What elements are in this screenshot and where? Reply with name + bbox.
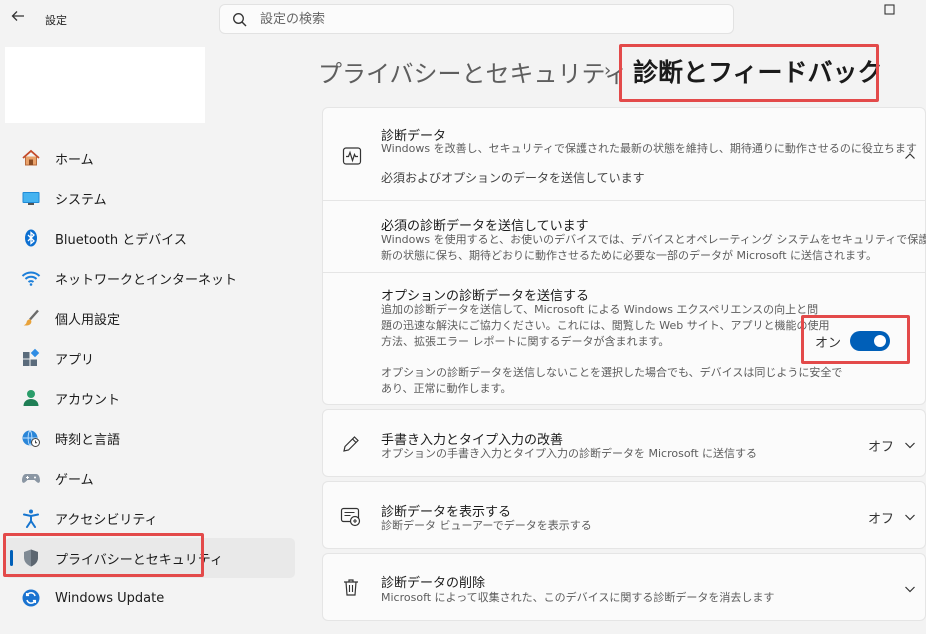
trash-icon (341, 577, 361, 597)
view-data-state: オフ (868, 512, 895, 527)
diagnostic-data-description: Windows を改善し、セキュリティで保護された最新の状態を維持し、期待通りに… (381, 142, 917, 155)
sidebar-item-label: 個人用設定 (55, 312, 121, 328)
sidebar-item-privacy-security[interactable]: プライバシーとセキュリティ (5, 538, 295, 578)
sidebar-item-home[interactable]: ホーム (5, 138, 295, 178)
sidebar-nav: ホーム システム Bluetooth とデバイス ネットワークとインターネット … (5, 138, 295, 618)
maximize-icon[interactable] (874, 0, 904, 22)
sidebar-item-label: プライバシーとセキュリティ (55, 552, 223, 568)
diagnostic-data-header[interactable]: 診断データ Windows を改善し、セキュリティで保護された最新の状態を維持し… (323, 108, 925, 200)
optional-data-description-1: 追加の診断データを送信して、Microsoft による Windows エクスペ… (381, 303, 819, 316)
shield-icon (21, 548, 41, 568)
chevron-down-icon[interactable] (903, 437, 917, 451)
sidebar-item-system[interactable]: システム (5, 178, 295, 218)
app-title: 設定 (45, 14, 67, 27)
accessibility-person-icon (21, 508, 41, 528)
delete-data-description: Microsoft によって収集された、このデバイスに関する診断データを消去しま… (381, 591, 775, 604)
required-data-row: 必須の診断データを送信しています Windows を使用すると、お使いのデバイス… (323, 200, 926, 272)
bluetooth-icon (21, 228, 41, 248)
optional-data-note-1: オプションの診断データを送信しないことを選択した場合でも、デバイスは同じように安… (381, 366, 843, 379)
sidebar-item-label: アプリ (55, 352, 95, 368)
sidebar-item-windows-update[interactable]: Windows Update (5, 578, 295, 618)
inking-typing-card[interactable]: 手書き入力とタイプ入力の改善 オプションの手書き入力とタイプ入力の診断データを … (322, 409, 926, 477)
highlight-box-toggle (801, 315, 910, 364)
search-icon (232, 12, 248, 28)
search-box[interactable] (219, 4, 734, 34)
account-person-icon (21, 388, 41, 408)
pen-icon (341, 434, 361, 454)
delete-diagnostic-data-card[interactable]: 診断データの削除 Microsoft によって収集された、このデバイスに関する診… (322, 553, 926, 621)
breadcrumb-parent-link[interactable]: プライバシーとセキュリティ (318, 54, 628, 89)
highlight-box-page-title (619, 44, 879, 102)
optional-data-description-3: 方法、拡張エラー レポートに関するデータが含まれます。 (381, 335, 670, 348)
paintbrush-icon (21, 308, 41, 328)
minimize-icon[interactable] (822, 0, 852, 22)
activity-pulse-icon (342, 146, 362, 166)
sidebar-item-label: ゲーム (55, 472, 94, 488)
update-sync-icon (21, 588, 41, 608)
chevron-down-icon[interactable] (903, 509, 917, 523)
optional-data-description-2: 題の迅速な解決にご協力ください。これには、閲覧した Web サイト、アプリと機能… (381, 319, 830, 332)
globe-clock-icon (21, 428, 41, 448)
inking-description: オプションの手書き入力とタイプ入力の診断データを Microsoft に送信する (381, 447, 758, 460)
breadcrumb-separator: › (604, 60, 612, 81)
sidebar-item-network[interactable]: ネットワークとインターネット (5, 258, 295, 298)
sidebar-item-accounts[interactable]: アカウント (5, 378, 295, 418)
sidebar-item-apps[interactable]: アプリ (5, 338, 295, 378)
sidebar-item-label: システム (55, 192, 107, 208)
sidebar-item-label: ホーム (55, 152, 94, 168)
optional-data-note-2: あり、正常に動作します。 (381, 382, 512, 395)
title-bar: 設定 (0, 0, 926, 40)
required-data-description-2: 新の状態に保ち、期待どおりに動作させるために必要な一部のデータが Microso… (381, 249, 877, 262)
account-profile-card[interactable] (5, 47, 205, 123)
chevron-down-icon[interactable] (903, 581, 917, 595)
wifi-icon (21, 268, 41, 288)
sidebar-item-label: 時刻と言語 (55, 432, 121, 448)
home-icon (21, 148, 41, 168)
inking-state: オフ (868, 440, 895, 455)
apps-icon (21, 348, 41, 368)
sidebar-item-bluetooth[interactable]: Bluetooth とデバイス (5, 218, 295, 258)
sidebar-item-label: Windows Update (55, 590, 165, 606)
sidebar-item-gaming[interactable]: ゲーム (5, 458, 295, 498)
sidebar-item-label: Bluetooth とデバイス (55, 232, 187, 248)
diagnostic-data-status: 必須およびオプションのデータを送信しています (381, 171, 645, 185)
required-data-description-1: Windows を使用すると、お使いのデバイスでは、デバイスとオペレーティング … (381, 233, 926, 246)
sidebar-item-label: アカウント (55, 392, 121, 408)
sidebar-item-accessibility[interactable]: アクセシビリティ (5, 498, 295, 538)
search-input[interactable] (260, 9, 720, 29)
view-data-description: 診断データ ビューアーでデータを表示する (381, 519, 592, 532)
delete-data-title: 診断データの削除 (381, 576, 486, 591)
sidebar-item-time-language[interactable]: 時刻と言語 (5, 418, 295, 458)
sidebar-item-label: アクセシビリティ (55, 512, 158, 528)
sidebar-item-label: ネットワークとインターネット (55, 272, 238, 288)
sidebar-item-personalization[interactable]: 個人用設定 (5, 298, 295, 338)
system-monitor-icon (21, 188, 41, 208)
game-controller-icon (21, 468, 41, 488)
view-diagnostic-data-card[interactable]: 診断データを表示する 診断データ ビューアーでデータを表示する オフ (322, 481, 926, 549)
chevron-up-icon[interactable] (903, 148, 917, 162)
back-arrow-icon[interactable] (10, 8, 28, 28)
data-viewer-icon (340, 506, 361, 527)
